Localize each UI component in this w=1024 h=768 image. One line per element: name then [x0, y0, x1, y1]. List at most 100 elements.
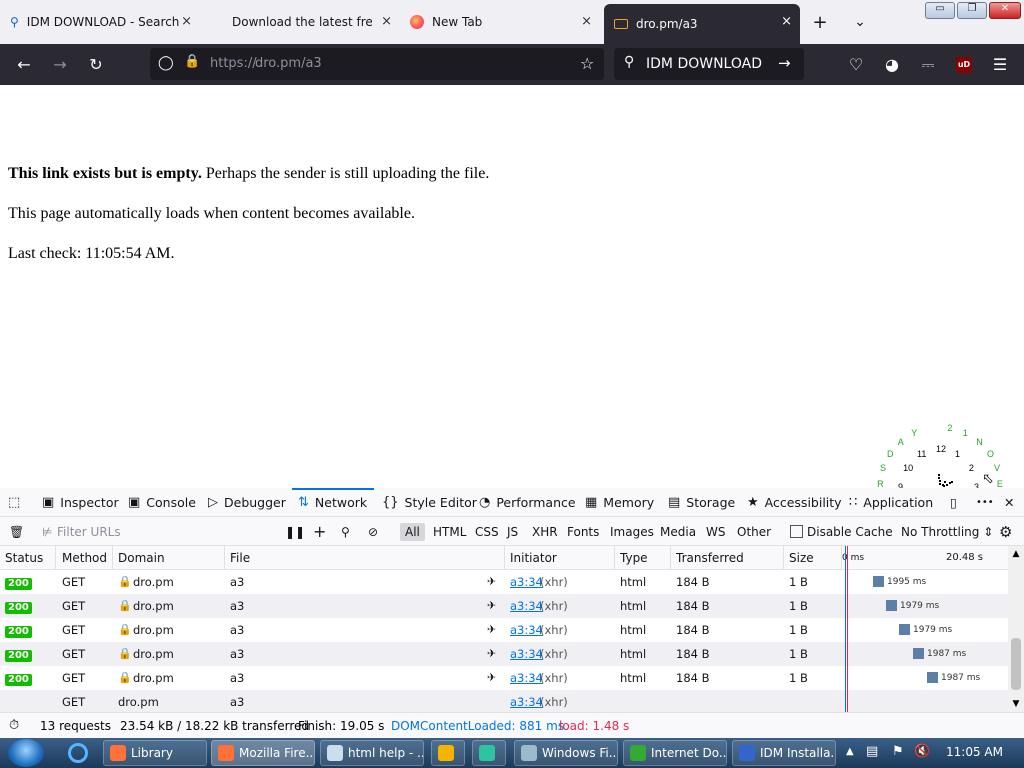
type-filter-ws[interactable]: WS	[706, 517, 725, 546]
close-tab-icon[interactable]: ×	[781, 14, 792, 29]
tab-debugger[interactable]: ▷ Debugger	[208, 488, 286, 517]
taskbar-item-internet-download[interactable]: Internet Do...	[623, 740, 727, 766]
type-filter-media[interactable]: Media	[660, 517, 696, 546]
tab-download-latest[interactable]: Download the latest free tr ×	[200, 0, 400, 44]
initiator-link[interactable]: a3:34	[510, 618, 543, 642]
close-tab-icon[interactable]: ×	[181, 14, 192, 29]
pocket-icon[interactable]: ♡	[842, 44, 870, 85]
initiator-link[interactable]: a3:34	[510, 642, 543, 666]
type-filter-other[interactable]: Other	[737, 517, 771, 546]
tab-list-button[interactable]: ⌄	[840, 0, 880, 44]
table-row[interactable]: GET dro.pm a3 a3:34 (xhr)	[0, 690, 1008, 712]
scroll-up-arrow[interactable]: ▲	[1008, 546, 1024, 562]
gear-icon[interactable]: ⚙	[999, 517, 1012, 546]
vertical-scrollbar[interactable]: ▲ ▼	[1008, 546, 1024, 712]
initiator-link[interactable]: a3:34	[510, 666, 543, 690]
column-type[interactable]: Type	[615, 546, 671, 570]
close-tab-icon[interactable]: ×	[381, 14, 392, 29]
close-devtools-button[interactable]: ✕	[1004, 488, 1014, 517]
hamburger-menu-icon[interactable]: ☰	[986, 44, 1014, 85]
taskbar-item-html-help[interactable]: html help - ...	[320, 740, 424, 766]
column-file[interactable]: File	[225, 546, 505, 570]
responsive-design-icon[interactable]: ▯	[950, 488, 957, 517]
close-tab-icon[interactable]: ×	[581, 14, 592, 29]
type-filter-all[interactable]: All	[400, 517, 425, 546]
tab-storage[interactable]: ▤ Storage	[668, 488, 735, 517]
disable-cache-checkbox[interactable]: Disable Cache	[790, 517, 893, 546]
initiator-link[interactable]: a3:34	[510, 690, 543, 712]
account-icon[interactable]: ◕	[878, 44, 906, 85]
back-arrow-icon[interactable]: ←	[10, 44, 38, 85]
type-filter-xhr[interactable]: XHR	[532, 517, 558, 546]
taskbar-item-idm-installer[interactable]: IDM Installa...	[732, 740, 836, 766]
throttling-select[interactable]: No Throttling ⇕	[901, 517, 993, 546]
forward-arrow-icon[interactable]: →	[46, 44, 74, 85]
arrow-right-icon[interactable]: →	[778, 54, 791, 72]
filter-urls-input[interactable]: Filter URLs	[57, 517, 267, 546]
search-input[interactable]: IDM DOWNLOAD	[646, 56, 762, 72]
tab-new-tab[interactable]: New Tab ×	[400, 0, 600, 44]
tab-memory[interactable]: ▦ Memory	[585, 488, 654, 517]
initiator-link[interactable]: a3:34	[510, 594, 543, 618]
column-waterfall[interactable]: 0 ms 20.48 s	[842, 546, 1008, 570]
lock-icon[interactable]: 🔒	[184, 54, 200, 69]
column-status[interactable]: Status	[0, 546, 56, 570]
scroll-thumb[interactable]	[1011, 638, 1021, 690]
initiator-link[interactable]: a3:34	[510, 570, 543, 594]
url-bar[interactable]: ◯ 🔒 https:// dro.pm/a3 ☆	[150, 48, 604, 80]
taskbar-item-app[interactable]	[472, 740, 506, 766]
column-method[interactable]: Method	[57, 546, 113, 570]
table-row[interactable]: 200 GET 🔒 dro.pm a3 ✈ a3:34 (xhr) html 184 B 1 B 19…	[0, 570, 1008, 594]
type-filter-css[interactable]: CSS	[475, 517, 499, 546]
table-row[interactable]: 200 GET 🔒 dro.pm a3 ✈ a3:34 (xhr) html 184 B 1 B 19…	[0, 594, 1008, 618]
taskbar-item-mozilla-firefox[interactable]: Mozilla Fire...	[211, 740, 315, 766]
search-icon[interactable]: ⚲	[341, 517, 350, 546]
new-tab-button[interactable]: +	[800, 0, 840, 44]
type-filter-js[interactable]: JS	[507, 517, 518, 546]
column-initiator[interactable]: Initiator	[505, 546, 615, 570]
tab-application[interactable]: ∷ Application	[849, 488, 933, 517]
tab-performance[interactable]: ◔ Performance	[479, 488, 576, 517]
flag-tray-icon[interactable]: ⚑	[892, 744, 904, 759]
type-filter-fonts[interactable]: Fonts	[567, 517, 599, 546]
pause-icon[interactable]: ❚❚	[285, 517, 305, 546]
start-button[interactable]	[8, 739, 44, 767]
add-request-icon[interactable]: +	[313, 517, 326, 546]
volume-muted-icon[interactable]: 🔇	[914, 744, 930, 759]
search-bar[interactable]: ⚲ IDM DOWNLOAD →	[614, 48, 804, 80]
trash-icon[interactable]: 🗑	[9, 517, 24, 546]
scroll-down-arrow[interactable]: ▼	[1008, 696, 1024, 712]
ublock-icon[interactable]: uD	[950, 44, 978, 85]
taskbar-clock[interactable]: 11:05 AM	[946, 745, 1003, 759]
tab-idm-search[interactable]: ⚲ IDM DOWNLOAD - Search ×	[0, 0, 200, 44]
tab-dro-pm[interactable]: dro.pm/a3 ×	[604, 4, 800, 44]
internet-explorer-icon[interactable]	[68, 743, 88, 763]
network-tray-icon[interactable]: ▤	[866, 744, 878, 759]
column-size[interactable]: Size	[784, 546, 842, 570]
pick-element-icon[interactable]: ⬚	[8, 488, 26, 517]
tab-network[interactable]: ⇅ Network	[298, 488, 367, 517]
block-icon[interactable]: ⊘	[368, 517, 378, 546]
shield-icon[interactable]: ◯	[158, 55, 174, 71]
show-hidden-icons-icon[interactable]: ▲	[846, 746, 854, 757]
type-filter-images[interactable]: Images	[610, 517, 654, 546]
tab-inspector[interactable]: ▣ Inspector	[42, 488, 119, 517]
star-icon[interactable]: ☆	[580, 54, 594, 73]
table-row[interactable]: 200 GET 🔒 dro.pm a3 ✈ a3:34 (xhr) html 184 B 1 B 19…	[0, 618, 1008, 642]
tab-console[interactable]: ▣ Console	[128, 488, 196, 517]
table-row[interactable]: 200 GET 🔒 dro.pm a3 ✈ a3:34 (xhr) html 184 B 1 B 19…	[0, 642, 1008, 666]
performance-analysis-icon[interactable]: ⏱	[9, 713, 19, 739]
reload-icon[interactable]: ↻	[82, 44, 110, 85]
type-filter-html[interactable]: HTML	[433, 517, 466, 546]
tab-accessibility[interactable]: ★ Accessibility	[747, 488, 842, 517]
restore-button[interactable]: ❐	[957, 2, 987, 19]
column-domain[interactable]: Domain	[113, 546, 225, 570]
minimize-button[interactable]: ▭	[925, 2, 955, 19]
close-window-button[interactable]: ✕	[989, 2, 1021, 19]
taskbar-item-windows-firewall[interactable]: Windows Fi...	[514, 740, 618, 766]
table-row[interactable]: 200 GET 🔒 dro.pm a3 ✈ a3:34 (xhr) html 184 B 1 B 19…	[0, 666, 1008, 690]
taskbar-item-library[interactable]: Library	[103, 740, 207, 766]
taskbar-item-media[interactable]	[431, 740, 465, 766]
column-transferred[interactable]: Transferred	[671, 546, 784, 570]
puzzle-icon[interactable]: ⎓	[914, 44, 942, 85]
